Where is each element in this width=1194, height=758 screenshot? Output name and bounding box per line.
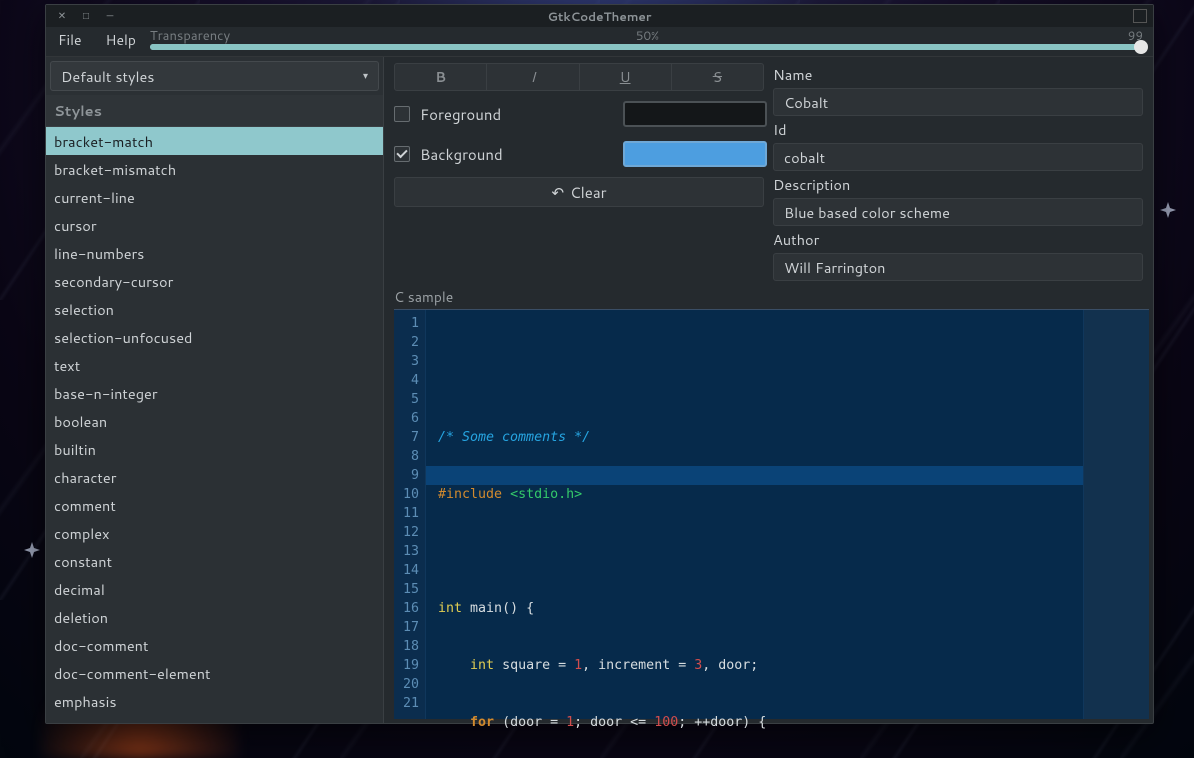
editor-scrollbar-track[interactable] xyxy=(1083,310,1149,719)
line-number: 9 xyxy=(394,466,419,485)
strike-button[interactable]: S xyxy=(672,64,763,90)
minimize-icon[interactable]: — xyxy=(104,10,116,22)
line-number: 11 xyxy=(394,504,419,523)
line-number: 8 xyxy=(394,447,419,466)
line-number: 15 xyxy=(394,580,419,599)
line-number: 21 xyxy=(394,694,419,713)
undo-icon: ↶ xyxy=(551,182,564,203)
line-number: 18 xyxy=(394,637,419,656)
style-row-cursor[interactable]: cursor xyxy=(46,211,383,239)
line-number: 5 xyxy=(394,390,419,409)
style-row-line-numbers[interactable]: line-numbers xyxy=(46,239,383,267)
line-number: 12 xyxy=(394,523,419,542)
line-number: 1 xyxy=(394,314,419,333)
style-row-selection[interactable]: selection xyxy=(46,295,383,323)
line-number: 20 xyxy=(394,675,419,694)
style-row-constant[interactable]: constant xyxy=(46,547,383,575)
line-number: 3 xyxy=(394,352,419,371)
id-field[interactable]: cobalt xyxy=(773,143,1143,171)
styles-list: bracket-matchbracket-mismatchcurrent-lin… xyxy=(46,126,383,723)
line-number: 10 xyxy=(394,485,419,504)
foreground-checkbox[interactable] xyxy=(394,106,410,122)
window-menu-icon[interactable] xyxy=(1133,9,1147,23)
style-row-bracket-mismatch[interactable]: bracket-mismatch xyxy=(46,155,383,183)
line-number-gutter: 123456789101112131415161718192021 xyxy=(394,310,426,719)
author-field[interactable]: Will Farrington xyxy=(773,253,1143,281)
underline-button[interactable]: U xyxy=(580,64,672,90)
code-sample[interactable]: 123456789101112131415161718192021 /* Som… xyxy=(394,309,1149,719)
italic-button[interactable]: I xyxy=(487,64,579,90)
style-row-builtin[interactable]: builtin xyxy=(46,435,383,463)
slider-thumb[interactable] xyxy=(1134,40,1148,54)
style-group-combo[interactable]: Default styles ▾ xyxy=(50,61,379,91)
style-row-emphasis[interactable]: emphasis xyxy=(46,687,383,715)
close-icon[interactable]: ✕ xyxy=(56,10,68,22)
line-number: 7 xyxy=(394,428,419,447)
style-row-base-n-integer[interactable]: base-n-integer xyxy=(46,379,383,407)
style-row-selection-unfocused[interactable]: selection-unfocused xyxy=(46,323,383,351)
style-row-error[interactable]: error xyxy=(46,715,383,723)
line-number: 13 xyxy=(394,542,419,561)
style-row-character[interactable]: character xyxy=(46,463,383,491)
background-label: Background xyxy=(420,144,503,165)
line-number: 4 xyxy=(394,371,419,390)
description-field[interactable]: Blue based color scheme xyxy=(773,198,1143,226)
style-row-text[interactable]: text xyxy=(46,351,383,379)
transparency-label: Transparency xyxy=(150,27,230,45)
style-row-decimal[interactable]: decimal xyxy=(46,575,383,603)
style-row-bracket-match[interactable]: bracket-match xyxy=(46,127,383,155)
menu-file[interactable]: File xyxy=(48,24,92,56)
style-row-secondary-cursor[interactable]: secondary-cursor xyxy=(46,267,383,295)
window-title: GtkCodeThemer xyxy=(46,8,1153,25)
app-window: ✕ □ — GtkCodeThemer File Help Transparen… xyxy=(45,4,1154,724)
line-number: 2 xyxy=(394,333,419,352)
chevron-down-icon: ▾ xyxy=(363,69,368,83)
line-number: 14 xyxy=(394,561,419,580)
clear-button[interactable]: ↶ Clear xyxy=(394,177,764,207)
style-row-comment[interactable]: comment xyxy=(46,491,383,519)
styles-header: Styles xyxy=(46,95,383,126)
style-row-current-line[interactable]: current-line xyxy=(46,183,383,211)
style-row-complex[interactable]: complex xyxy=(46,519,383,547)
style-row-boolean[interactable]: boolean xyxy=(46,407,383,435)
code-area[interactable]: /* Some comments */ #include <stdio.h> i… xyxy=(426,310,1083,719)
titlebar: ✕ □ — GtkCodeThemer xyxy=(46,5,1153,27)
sidebar: Default styles ▾ Styles bracket-matchbra… xyxy=(46,57,384,723)
bold-button[interactable]: B xyxy=(395,64,487,90)
foreground-label: Foreground xyxy=(420,104,501,125)
foreground-swatch[interactable] xyxy=(623,101,767,127)
scheme-metadata: Name Cobalt Id cobalt Description Blue b… xyxy=(773,63,1143,281)
format-toggle-group: B I U S xyxy=(394,63,764,91)
maximize-icon[interactable]: □ xyxy=(80,10,92,22)
line-number: 6 xyxy=(394,409,419,428)
sample-label: C sample xyxy=(384,281,1153,309)
background-checkbox[interactable] xyxy=(394,146,410,162)
menu-help[interactable]: Help xyxy=(96,24,146,56)
style-row-doc-comment-element[interactable]: doc-comment-element xyxy=(46,659,383,687)
line-number: 16 xyxy=(394,599,419,618)
style-row-deletion[interactable]: deletion xyxy=(46,603,383,631)
line-number: 17 xyxy=(394,618,419,637)
background-swatch[interactable] xyxy=(623,141,767,167)
line-number: 19 xyxy=(394,656,419,675)
name-field[interactable]: Cobalt xyxy=(773,88,1143,116)
style-row-doc-comment[interactable]: doc-comment xyxy=(46,631,383,659)
transparency-slider[interactable]: Transparency 50% 99 xyxy=(150,27,1145,56)
